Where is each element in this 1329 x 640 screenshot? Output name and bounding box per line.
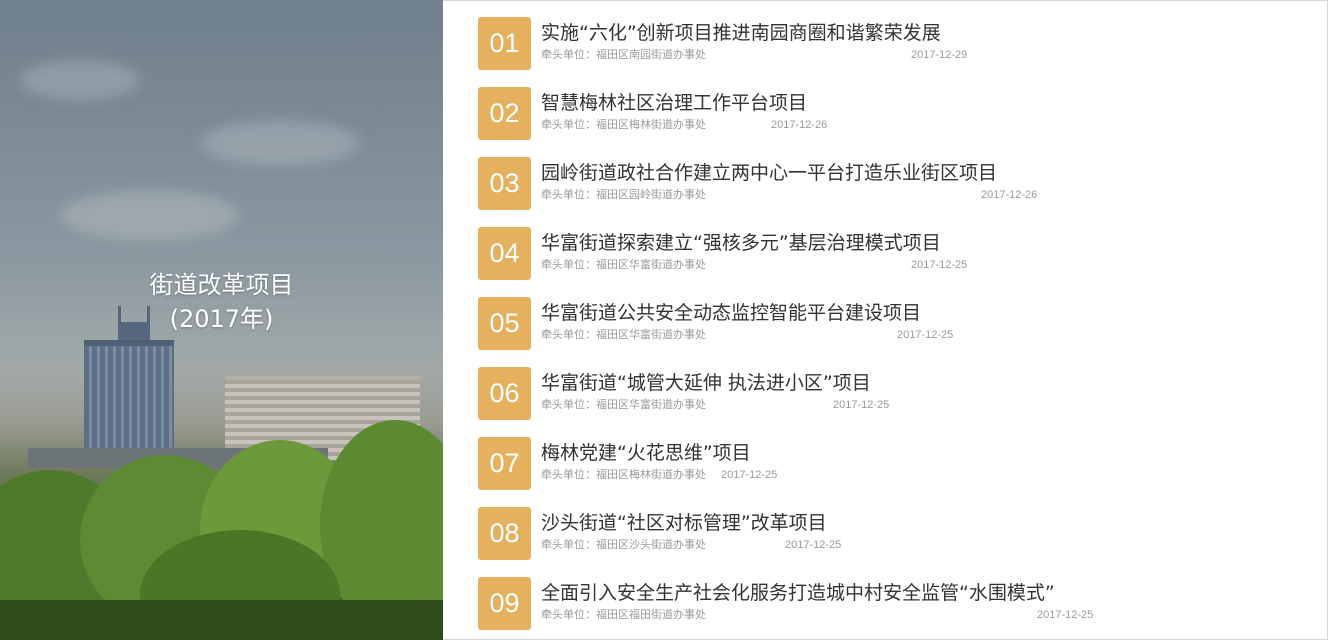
item-number-badge: 06	[478, 367, 531, 420]
list-item[interactable]: 04 华富街道探索建立“强核多元”基层治理模式项目 牵头单位：福田区华富街道办事…	[478, 227, 1298, 281]
item-date: 2017-12-25	[833, 399, 890, 411]
banner-title-line1: 街道改革项目	[149, 271, 294, 299]
item-number-badge: 01	[478, 17, 531, 70]
item-lead-unit: 牵头单位：福田区华富街道办事处	[541, 398, 706, 411]
item-number-badge: 09	[478, 577, 531, 630]
item-date: 2017-12-29	[911, 49, 968, 61]
item-date: 2017-12-25	[911, 259, 968, 271]
item-lead-unit: 牵头单位：福田区南园街道办事处	[541, 48, 706, 61]
item-lead-unit: 牵头单位：福田区福田街道办事处	[541, 608, 706, 621]
item-date: 2017-12-25	[721, 469, 778, 481]
list-item[interactable]: 06 华富街道“城管大延伸 执法进小区”项目 牵头单位：福田区华富街道办事处 2…	[478, 367, 1298, 421]
item-lead-unit: 牵头单位：福田区沙头街道办事处	[541, 538, 706, 551]
item-date: 2017-12-26	[981, 189, 1038, 201]
list-item[interactable]: 08 沙头街道“社区对标管理”改革项目 牵头单位：福田区沙头街道办事处 2017…	[478, 507, 1298, 561]
cloud-decoration	[20, 60, 140, 100]
cloud-decoration	[200, 120, 360, 166]
banner-title: 街道改革项目 (2017年)	[0, 268, 443, 336]
item-number-badge: 07	[478, 437, 531, 490]
project-list: 01 实施“六化”创新项目推进南园商圈和谐繁荣发展 牵头单位：福田区南园街道办事…	[443, 0, 1328, 640]
item-title[interactable]: 华富街道探索建立“强核多元”基层治理模式项目	[541, 231, 941, 255]
item-number-badge: 02	[478, 87, 531, 140]
item-title[interactable]: 园岭街道政社合作建立两中心一平台打造乐业街区项目	[541, 161, 997, 185]
tower-building	[84, 340, 174, 456]
item-date: 2017-12-25	[897, 329, 954, 341]
list-item[interactable]: 02 智慧梅林社区治理工作平台项目 牵头单位：福田区梅林街道办事处 2017-1…	[478, 87, 1298, 141]
item-title[interactable]: 全面引入安全生产社会化服务打造城中村安全监管“水围模式”	[541, 581, 1055, 605]
item-lead-unit: 牵头单位：福田区华富街道办事处	[541, 328, 706, 341]
list-item[interactable]: 03 园岭街道政社合作建立两中心一平台打造乐业街区项目 牵头单位：福田区园岭街道…	[478, 157, 1298, 211]
banner-title-line2: (2017年)	[169, 305, 274, 333]
ground	[0, 600, 443, 640]
item-number-badge: 05	[478, 297, 531, 350]
item-lead-unit: 牵头单位：福田区华富街道办事处	[541, 258, 706, 271]
list-item[interactable]: 01 实施“六化”创新项目推进南园商圈和谐繁荣发展 牵头单位：福田区南园街道办事…	[478, 17, 1298, 71]
list-item[interactable]: 05 华富街道公共安全动态监控智能平台建设项目 牵头单位：福田区华富街道办事处 …	[478, 297, 1298, 351]
item-title[interactable]: 华富街道“城管大延伸 执法进小区”项目	[541, 371, 871, 395]
item-date: 2017-12-25	[1037, 609, 1094, 621]
item-title[interactable]: 华富街道公共安全动态监控智能平台建设项目	[541, 301, 921, 325]
item-title[interactable]: 智慧梅林社区治理工作平台项目	[541, 91, 807, 115]
item-number-badge: 03	[478, 157, 531, 210]
banner: 街道改革项目 (2017年)	[0, 0, 443, 640]
item-lead-unit: 牵头单位：福田区梅林街道办事处	[541, 468, 706, 481]
item-number-badge: 08	[478, 507, 531, 560]
item-date: 2017-12-25	[785, 539, 842, 551]
item-title[interactable]: 实施“六化”创新项目推进南园商圈和谐繁荣发展	[541, 21, 941, 45]
list-item[interactable]: 07 梅林党建“火花思维”项目 牵头单位：福田区梅林街道办事处 2017-12-…	[478, 437, 1298, 491]
cloud-decoration	[60, 190, 240, 240]
item-lead-unit: 牵头单位：福田区梅林街道办事处	[541, 118, 706, 131]
item-title[interactable]: 梅林党建“火花思维”项目	[541, 441, 751, 465]
item-number-badge: 04	[478, 227, 531, 280]
item-date: 2017-12-26	[771, 119, 828, 131]
list-item[interactable]: 09 全面引入安全生产社会化服务打造城中村安全监管“水围模式” 牵头单位：福田区…	[478, 577, 1298, 631]
item-title[interactable]: 沙头街道“社区对标管理”改革项目	[541, 511, 827, 535]
item-lead-unit: 牵头单位：福田区园岭街道办事处	[541, 188, 706, 201]
